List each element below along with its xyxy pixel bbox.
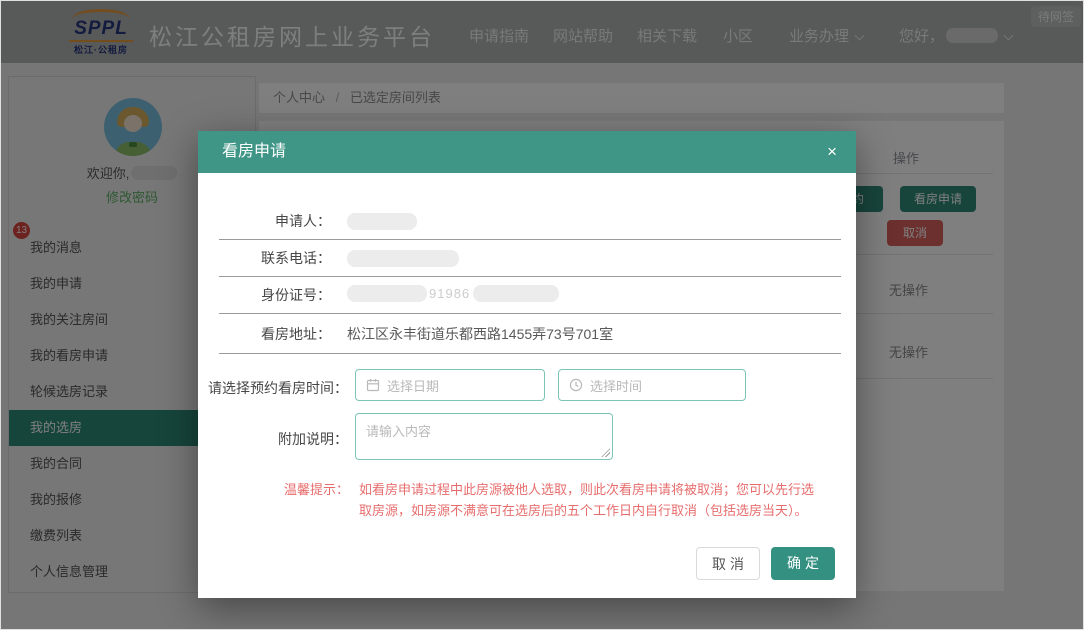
date-placeholder: 选择日期 <box>387 376 439 395</box>
note-textarea[interactable]: 请输入内容 <box>355 413 613 460</box>
viewing-application-dialog: 看房申请 × 申请人： 联系电话： 身份证号： 91986 看房地址： 松江区永… <box>198 131 856 598</box>
time-picker-input[interactable]: 选择时间 <box>558 369 746 401</box>
address-value: 松江区永丰街道乐都西路1455弄73号701室 <box>347 324 613 344</box>
calendar-icon <box>366 378 380 392</box>
phone-value-redacted <box>347 250 459 267</box>
app-root: SPPL 松江·公租房 松江公租房网上业务平台 申请指南 网站帮助 相关下载 小… <box>0 0 1084 630</box>
warm-tip-label: 温馨提示： <box>284 479 349 498</box>
note-placeholder: 请输入内容 <box>366 424 431 439</box>
warm-tip-text: 如看房申请过程中此房源被他人选取，则此次看房申请将被取消；您可以先行选 取房源，… <box>359 479 849 521</box>
idcard-label: 身份证号： <box>219 285 331 305</box>
applicant-row: 申请人： <box>219 203 841 240</box>
time-select-label: 请选择预约看房时间： <box>198 378 348 398</box>
address-label: 看房地址： <box>219 324 331 344</box>
phone-label: 联系电话： <box>219 248 331 268</box>
phone-row: 联系电话： <box>219 240 841 277</box>
dialog-title: 看房申请 <box>222 131 286 173</box>
resize-handle[interactable] <box>601 448 610 457</box>
idcard-redacted <box>473 285 559 302</box>
idcard-row: 身份证号： 91986 <box>219 277 841 314</box>
note-label: 附加说明： <box>198 429 348 449</box>
applicant-value-redacted <box>347 213 417 230</box>
address-row: 看房地址： 松江区永丰街道乐都西路1455弄73号701室 <box>219 314 841 354</box>
time-placeholder: 选择时间 <box>590 376 642 395</box>
cancel-button[interactable]: 取消 <box>696 547 760 580</box>
idcard-redacted <box>347 285 427 302</box>
close-icon[interactable]: × <box>827 131 837 173</box>
idcard-visible-fragment: 91986 <box>429 286 470 301</box>
clock-icon <box>569 378 583 392</box>
date-picker-input[interactable]: 选择日期 <box>355 369 545 401</box>
dialog-header: 看房申请 × <box>198 131 856 173</box>
applicant-label: 申请人： <box>219 211 331 231</box>
confirm-button[interactable]: 确定 <box>771 547 835 580</box>
